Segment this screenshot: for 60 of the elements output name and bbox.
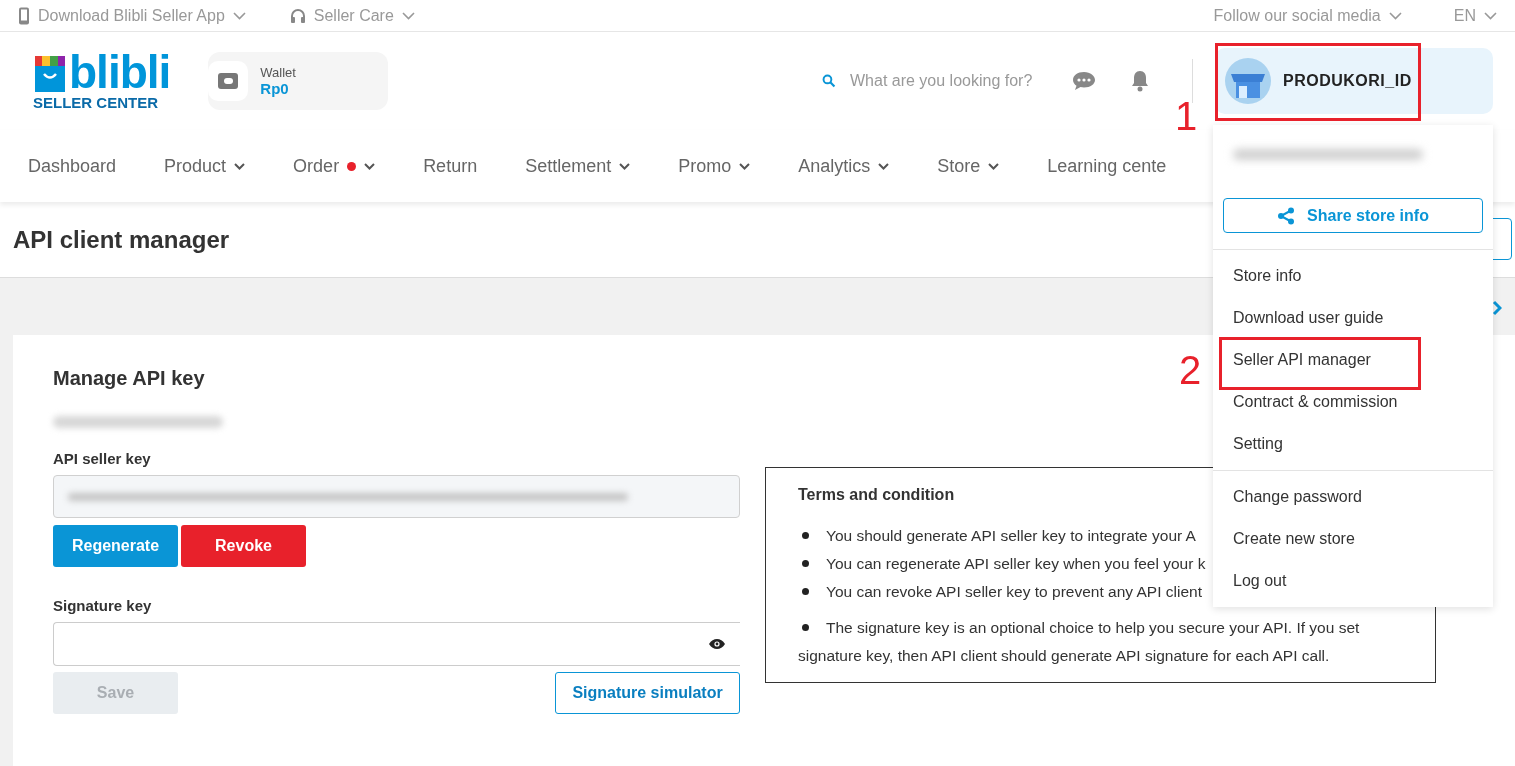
- nav-item[interactable]: Return: [423, 155, 478, 177]
- menu-item[interactable]: Contract & commission: [1233, 390, 1398, 414]
- field-label: Signature key: [53, 597, 153, 614]
- topbar-link[interactable]: Seller Care: [289, 6, 415, 25]
- menu-item[interactable]: Seller API manager: [1233, 348, 1371, 372]
- topbar-link[interactable]: Download Blibli Seller App: [18, 6, 246, 25]
- menu-item[interactable]: Log out: [1233, 569, 1287, 593]
- nav-item[interactable]: Product: [164, 155, 246, 177]
- api-key-field[interactable]: [53, 475, 740, 518]
- phone-icon: [18, 6, 30, 25]
- bullet-icon: [802, 560, 809, 567]
- menu-item[interactable]: Setting: [1233, 432, 1283, 456]
- bullet-icon: [802, 624, 809, 631]
- store-profile-card[interactable]: PRODUKORI_ID: [1215, 48, 1493, 114]
- section-title: Manage API key: [53, 367, 206, 390]
- bell-icon[interactable]: [1130, 70, 1150, 92]
- menu-item[interactable]: Create new store: [1233, 527, 1355, 551]
- terms-item: The signature key is an optional choice to help you secure your API. If you set signature key, then API client should generate API signature for each API call.: [798, 618, 1361, 666]
- signature-simulator-button[interactable]: Signature simulator: [555, 672, 740, 714]
- menu-item[interactable]: Download user guide: [1233, 306, 1384, 330]
- step-number: 1: [1175, 96, 1198, 136]
- terms-item: You should generate API seller key to integrate your A: [798, 522, 1196, 550]
- regenerate-button[interactable]: Regenerate: [53, 525, 178, 567]
- eye-icon[interactable]: [708, 638, 726, 650]
- terms-item: You can revoke API seller key to prevent any API client: [798, 578, 1202, 606]
- store-name: PRODUKORI_ID: [1283, 72, 1412, 90]
- blibli-logo[interactable]: blibli SELLER CENTER: [33, 51, 171, 111]
- store-avatar-icon: [1225, 58, 1271, 104]
- share-store-info-button[interactable]: Share store info: [1223, 198, 1483, 233]
- chevron-down-icon: [1388, 11, 1402, 20]
- field-label: API seller key: [53, 450, 152, 467]
- chevron-down-icon: [1484, 11, 1497, 20]
- nav-item[interactable]: Promo: [678, 155, 751, 177]
- nav-item[interactable]: Order: [293, 155, 376, 177]
- wallet-label: Wallet: [260, 65, 296, 80]
- page-title: API client manager: [13, 225, 230, 254]
- terms-title: Terms and condition: [798, 486, 955, 504]
- menu-item[interactable]: Change password: [1233, 485, 1362, 509]
- chevron-down-icon: [401, 11, 415, 20]
- nav-item[interactable]: Store: [937, 155, 1000, 177]
- chat-icon[interactable]: [1072, 71, 1096, 91]
- nav-item[interactable]: Analytics: [798, 155, 890, 177]
- bullet-icon: [802, 532, 809, 539]
- step-number: 2: [1179, 350, 1202, 390]
- nav-item[interactable]: Settlement: [525, 155, 631, 177]
- nav-item[interactable]: Dashboard: [28, 155, 117, 177]
- wallet-card[interactable]: Wallet Rp0: [208, 52, 389, 110]
- revoke-button[interactable]: Revoke: [181, 525, 306, 567]
- share-icon: [1277, 206, 1296, 225]
- chevron-right-icon[interactable]: [1492, 300, 1502, 316]
- menu-item[interactable]: Store info: [1233, 264, 1302, 288]
- nav-item[interactable]: Learning cente: [1047, 155, 1167, 177]
- wallet-icon: [218, 73, 239, 89]
- bullet-icon: [802, 588, 809, 595]
- terms-item: You can regenerate API seller key when you feel your k: [798, 550, 1206, 578]
- search-icon: [822, 72, 836, 90]
- chevron-down-icon: [232, 11, 246, 20]
- wallet-balance: Rp0: [260, 80, 290, 97]
- signature-key-field[interactable]: [53, 622, 740, 666]
- headset-icon: [289, 7, 306, 24]
